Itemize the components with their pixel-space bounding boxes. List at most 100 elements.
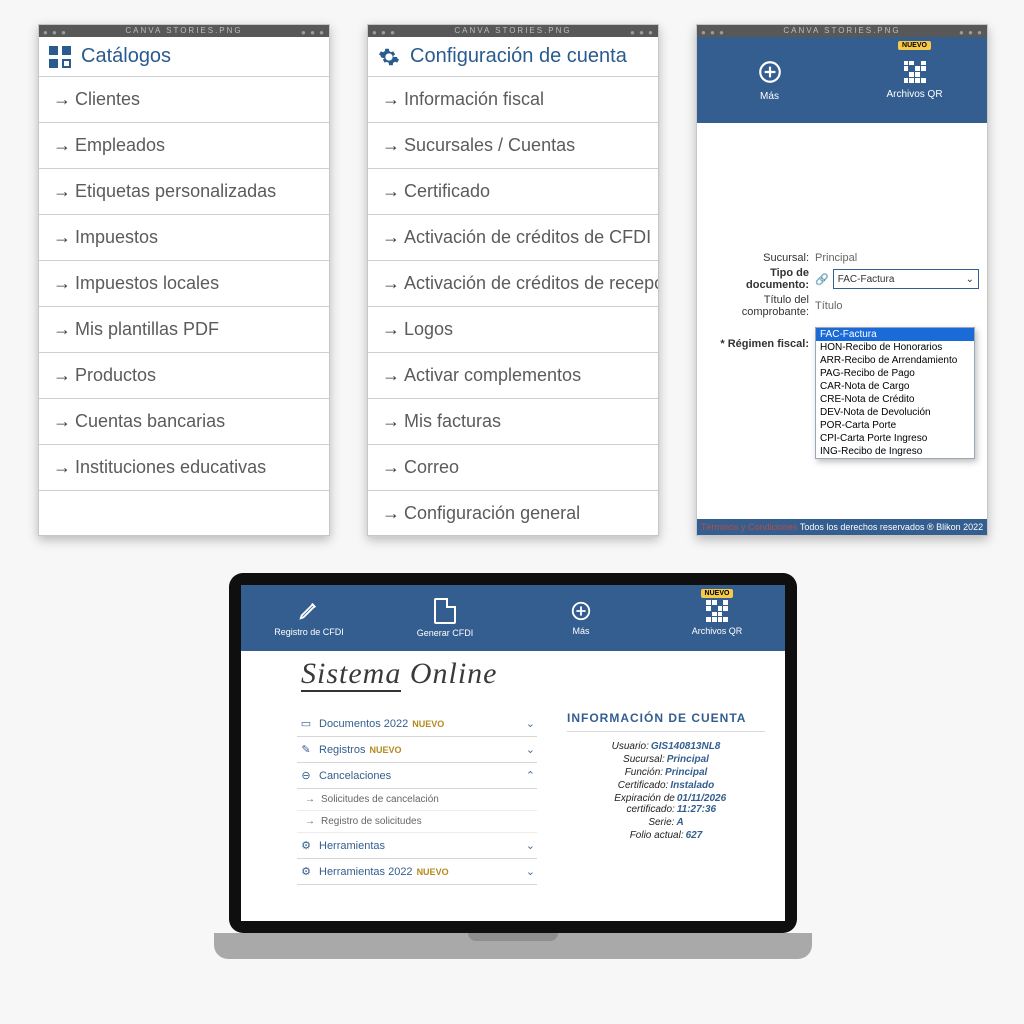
toolbar-generar-button[interactable]: Generar CFDI xyxy=(377,585,513,651)
config-list: →Información fiscal →Sucursales / Cuenta… xyxy=(368,77,658,537)
menu-item-info-fiscal[interactable]: →Información fiscal xyxy=(368,77,658,123)
menu-item-clientes[interactable]: →Clientes xyxy=(39,77,329,123)
menu-item-plantillas[interactable]: →Mis plantillas PDF xyxy=(39,307,329,353)
arrow-icon: → xyxy=(53,273,75,294)
arrow-icon: → xyxy=(382,273,404,294)
info-row-certificado: Certificado:Instalado xyxy=(567,779,765,792)
menu-item-label: Activación de créditos de CFDI xyxy=(404,227,651,248)
section-registros[interactable]: ✎ Registros NUEVO ⌄ xyxy=(297,737,537,763)
tipo-label: Tipo de documento: xyxy=(705,267,815,291)
menu-item-config-general[interactable]: →Configuración general xyxy=(368,491,658,537)
dropdown-option[interactable]: HON-Recibo de Honorarios xyxy=(816,341,974,354)
window-controls-left[interactable]: ● ● ● xyxy=(372,27,396,39)
window-title: CANVA STORIES.PNG xyxy=(125,26,242,35)
arrow-icon: → xyxy=(53,181,75,202)
tipo-select[interactable]: FAC-Factura ⌄ xyxy=(833,269,979,289)
dropdown-option[interactable]: PAG-Recibo de Pago xyxy=(816,367,974,380)
section-herramientas-2022[interactable]: ⚙ Herramientas 2022 NUEVO ⌄ xyxy=(297,859,537,885)
info-value: Principal xyxy=(667,754,709,765)
page-title: Sistema Online xyxy=(241,651,785,693)
section-herramientas[interactable]: ⚙ Herramientas ⌄ xyxy=(297,833,537,859)
menu-item-label: Cuentas bancarias xyxy=(75,411,225,432)
toolbar: Registro de CFDI Generar CFDI Más NUEVO … xyxy=(241,585,785,651)
menu-item-logos[interactable]: →Logos xyxy=(368,307,658,353)
dropdown-option[interactable]: POR-Carta Porte xyxy=(816,419,974,432)
arrow-icon: → xyxy=(53,135,75,156)
arrow-icon: → xyxy=(53,319,75,340)
arrow-icon: → xyxy=(53,411,75,432)
menu-item-empleados[interactable]: →Empleados xyxy=(39,123,329,169)
menu-item-label: Instituciones educativas xyxy=(75,457,266,478)
menu-item-label: Impuestos xyxy=(75,227,158,248)
window-controls-left[interactable]: ● ● ● xyxy=(43,27,67,39)
window-controls-right[interactable]: ● ● ● xyxy=(630,27,654,39)
titlebar: ● ● ● CANVA STORIES.PNG ● ● ● xyxy=(697,25,987,37)
window-controls-right[interactable]: ● ● ● xyxy=(301,27,325,39)
menu-item-sucursales[interactable]: →Sucursales / Cuentas xyxy=(368,123,658,169)
window-title: CANVA STORIES.PNG xyxy=(454,26,571,35)
document-icon: ▭ xyxy=(299,717,313,730)
nuevo-tag: NUEVO xyxy=(417,867,449,877)
section-label: Cancelaciones xyxy=(319,770,391,782)
toolbar-mas-button[interactable]: Más xyxy=(697,37,842,123)
menu-item-label: Mis facturas xyxy=(404,411,501,432)
menu-item-cfdi[interactable]: →Activación de créditos de CFDI xyxy=(368,215,658,261)
dropdown-option[interactable]: ARR-Recibo de Arrendamiento xyxy=(816,354,974,367)
toolbar-mas-label: Más xyxy=(760,91,779,102)
row-tipo: Tipo de documento: 🔗 FAC-Factura ⌄ xyxy=(705,267,979,291)
menu-item-cuentas[interactable]: →Cuentas bancarias xyxy=(39,399,329,445)
section-label: Herramientas xyxy=(319,840,385,852)
toolbar-qr-button[interactable]: NUEVO Archivos QR xyxy=(649,585,785,651)
pencil-icon xyxy=(298,599,320,623)
menu-item-label: Mis plantillas PDF xyxy=(75,319,219,340)
menu-item-label: Productos xyxy=(75,365,156,386)
info-key: Usuario: xyxy=(612,741,649,752)
page-body: ▭ Documentos 2022 NUEVO ⌄ ✎ Registros NU… xyxy=(241,693,785,885)
titlebar: ● ● ● CANVA STORIES.PNG ● ● ● xyxy=(39,25,329,37)
dropdown-option[interactable]: CRE-Nota de Crédito xyxy=(816,393,974,406)
link-icon[interactable]: 🔗 xyxy=(815,273,829,286)
subitem-registro[interactable]: → Registro de solicitudes xyxy=(297,811,537,833)
left-column: ▭ Documentos 2022 NUEVO ⌄ ✎ Registros NU… xyxy=(297,711,537,885)
row-titulo: Título del comprobante: Título xyxy=(705,294,979,318)
toolbar-qr-button[interactable]: NUEVO Archivos QR xyxy=(842,37,987,123)
menu-item-instituciones[interactable]: →Instituciones educativas xyxy=(39,445,329,491)
laptop: Registro de CFDI Generar CFDI Más NUEVO … xyxy=(214,573,812,959)
menu-item-certificado[interactable]: →Certificado xyxy=(368,169,658,215)
footer-terms-link[interactable]: Términos y Condiciones xyxy=(701,522,798,532)
dropdown-option[interactable]: ING-Recibo de Ingreso xyxy=(816,445,974,458)
info-key: Sucursal: xyxy=(623,754,665,765)
menu-item-etiquetas[interactable]: →Etiquetas personalizadas xyxy=(39,169,329,215)
toolbar-mas-button[interactable]: Más xyxy=(513,585,649,651)
dropdown-option[interactable]: CPI-Carta Porte Ingreso xyxy=(816,432,974,445)
info-value: 01/11/2026 11:27:36 xyxy=(677,793,765,815)
chevron-down-icon: ⌄ xyxy=(526,839,535,852)
menu-item-mis-facturas[interactable]: →Mis facturas xyxy=(368,399,658,445)
dropdown-option[interactable]: DEV-Nota de Devolución xyxy=(816,406,974,419)
info-key: Expiración de certificado: xyxy=(567,793,675,815)
subitem-label: Solicitudes de cancelación xyxy=(321,794,439,805)
menu-item-recepcion[interactable]: →Activación de créditos de recepción xyxy=(368,261,658,307)
plus-circle-icon xyxy=(757,59,783,85)
section-documentos[interactable]: ▭ Documentos 2022 NUEVO ⌄ xyxy=(297,711,537,737)
section-label: Documentos 2022 xyxy=(319,718,408,730)
subitem-solicitudes[interactable]: → Solicitudes de cancelación xyxy=(297,789,537,811)
arrow-icon: → xyxy=(382,365,404,386)
menu-item-productos[interactable]: →Productos xyxy=(39,353,329,399)
menu-item-complementos[interactable]: →Activar complementos xyxy=(368,353,658,399)
menu-item-label: Etiquetas personalizadas xyxy=(75,181,276,202)
arrow-icon: → xyxy=(382,411,404,432)
toolbar-registro-button[interactable]: Registro de CFDI xyxy=(241,585,377,651)
menu-item-label: Certificado xyxy=(404,181,490,202)
dropdown-option[interactable]: FAC-Factura xyxy=(816,328,974,341)
section-cancelaciones[interactable]: ⊖ Cancelaciones ⌃ xyxy=(297,763,537,789)
titulo-value: Título xyxy=(815,300,979,312)
section-label: Registros xyxy=(319,744,365,756)
menu-item-impuestos-locales[interactable]: →Impuestos locales xyxy=(39,261,329,307)
title-part-b: Online xyxy=(401,657,497,690)
tipo-dropdown[interactable]: FAC-Factura HON-Recibo de Honorarios ARR… xyxy=(815,327,975,459)
dropdown-option[interactable]: CAR-Nota de Cargo xyxy=(816,380,974,393)
menu-item-correo[interactable]: →Correo xyxy=(368,445,658,491)
info-key: Folio actual: xyxy=(630,830,684,841)
menu-item-impuestos[interactable]: →Impuestos xyxy=(39,215,329,261)
